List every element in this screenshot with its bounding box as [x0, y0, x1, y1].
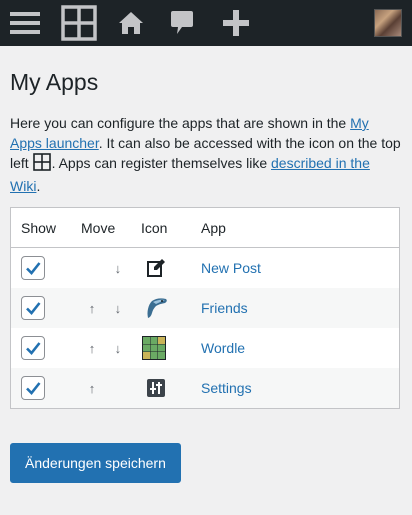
show-checkbox[interactable]: [21, 256, 45, 280]
apps-table: Show Move Icon App ↓ New Post ↑ ↓ Friend…: [10, 207, 400, 409]
save-changes-button[interactable]: Änderungen speichern: [10, 443, 181, 483]
table-row: ↑ ↓ Friends: [10, 288, 400, 328]
icon-cell: [141, 368, 201, 409]
app-link-wordle[interactable]: Wordle: [201, 340, 245, 356]
admin-bar: [0, 0, 412, 46]
app-link-friends[interactable]: Friends: [201, 300, 248, 316]
show-cell: [10, 288, 81, 328]
plus-icon[interactable]: [218, 0, 254, 46]
arrow-up-icon[interactable]: ↑: [81, 381, 103, 396]
show-cell: [11, 248, 82, 289]
intro-text-part: Here you can configure the apps that are…: [10, 115, 351, 131]
menu-icon[interactable]: [4, 0, 46, 46]
home-icon[interactable]: [113, 0, 149, 46]
move-cell: ↑ ↓: [81, 328, 141, 368]
icon-cell: [141, 248, 201, 289]
show-checkbox[interactable]: [21, 296, 45, 320]
table-row: ↓ New Post: [11, 248, 400, 289]
show-cell: [11, 328, 82, 368]
show-checkbox[interactable]: [21, 336, 45, 360]
checkmark-icon: [26, 302, 41, 315]
comment-icon[interactable]: [164, 0, 200, 46]
intro-text-part: . Apps can register themselves like: [51, 155, 272, 171]
arrow-down-icon[interactable]: ↓: [107, 341, 129, 356]
settings-sliders-icon: [147, 379, 165, 397]
table-row: ↑ Settings: [10, 368, 400, 409]
arrow-up-icon[interactable]: ↑: [81, 341, 103, 356]
avatar[interactable]: [374, 9, 402, 37]
apps-grid-icon[interactable]: [59, 0, 99, 46]
apps-grid-icon: [32, 153, 51, 177]
move-cell: ↓: [81, 248, 141, 289]
table-row: ↑ ↓ Wordle: [11, 328, 400, 368]
friends-bird-icon: [147, 298, 167, 318]
edit-icon: [147, 259, 165, 277]
header-move: Move: [81, 207, 141, 248]
header-icon: Icon: [141, 207, 201, 248]
icon-cell: [141, 328, 201, 368]
page-title: My Apps: [10, 69, 99, 95]
arrow-up-icon[interactable]: ↑: [81, 301, 103, 316]
checkmark-icon: [26, 382, 41, 395]
intro-text: Here you can configure the apps that are…: [10, 114, 402, 196]
header-app: App: [201, 207, 400, 248]
move-cell: ↑: [81, 368, 141, 409]
main-content: My Apps Here you can configure the apps …: [0, 46, 412, 483]
header-show: Show: [10, 207, 81, 248]
checkmark-icon: [26, 262, 41, 275]
checkmark-icon: [26, 342, 41, 355]
app-link-settings[interactable]: Settings: [201, 380, 252, 396]
intro-text-part: .: [36, 177, 41, 194]
app-link-new-post[interactable]: New Post: [201, 260, 261, 276]
arrow-down-icon[interactable]: ↓: [107, 261, 129, 276]
show-checkbox[interactable]: [21, 376, 45, 400]
wordle-grid-icon: [142, 336, 166, 360]
move-cell: ↑ ↓: [81, 288, 141, 328]
show-cell: [10, 368, 81, 409]
icon-cell: [141, 288, 201, 328]
arrow-down-icon[interactable]: ↓: [107, 301, 129, 316]
